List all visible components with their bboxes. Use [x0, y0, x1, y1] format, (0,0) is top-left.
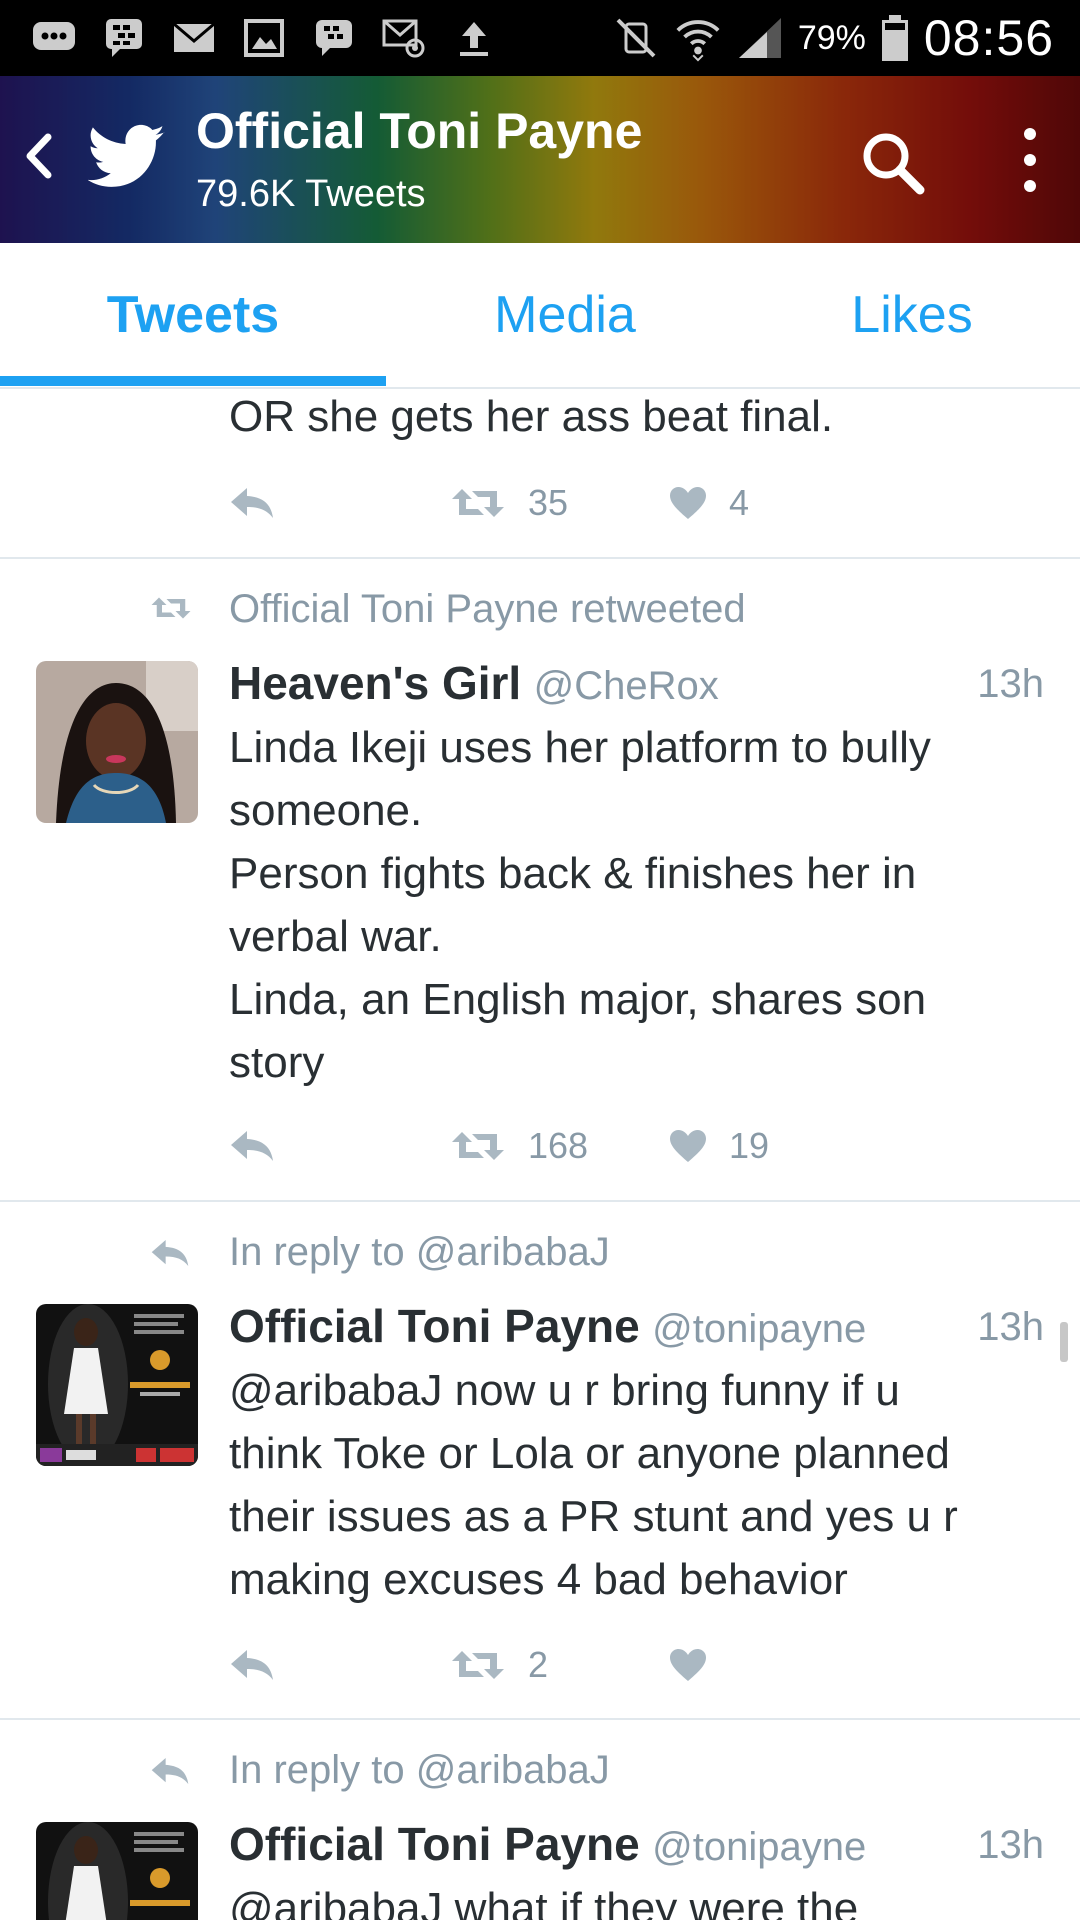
reply-icon: [231, 1650, 273, 1680]
search-button[interactable]: [858, 128, 928, 198]
tweet-text-line: verbal war.: [229, 912, 442, 961]
tweet-text-line: story: [229, 1038, 325, 1087]
tab-likes[interactable]: Likes: [744, 243, 1080, 387]
tweet-text-line: making excuses 4 bad behavior: [229, 1555, 848, 1604]
clock: 08:56: [923, 10, 1054, 66]
search-icon: [863, 133, 925, 195]
reply-icon: [231, 1131, 273, 1161]
tweet-timestamp: 13h: [977, 662, 1044, 706]
divider: [0, 1200, 1080, 1202]
tweet-text-line: OR she gets her ass beat final.: [229, 392, 834, 441]
avatar[interactable]: [36, 661, 198, 823]
reply-button[interactable]: [229, 478, 275, 528]
author-name[interactable]: Official Toni Payne: [229, 1300, 640, 1352]
vibrate-mute-icon: [612, 14, 660, 62]
tweet-text-line: @aribabaJ now u r bring funny if u: [229, 1366, 900, 1415]
tweet-text-line: someone.: [229, 786, 423, 835]
divider: [0, 557, 1080, 559]
reply-context-icon: [150, 1756, 200, 1796]
retweet-icon: [452, 1651, 504, 1679]
like-button[interactable]: 19: [669, 1121, 769, 1171]
tweet-text: Linda Ikeji uses her platform to bully s…: [229, 716, 931, 1094]
tweet-text-line: @aribabaJ what if they were the: [229, 1884, 859, 1920]
email-at-icon: [380, 14, 428, 62]
profile-tabs: Tweets Media Likes: [0, 243, 1080, 389]
divider: [0, 1718, 1080, 1720]
tweet-count: 79.6K Tweets: [196, 173, 426, 215]
tweet-header: Official Toni Payne @tonipayne 13h: [229, 1299, 1044, 1359]
reply-context-label[interactable]: In reply to @aribabaJ: [229, 1230, 610, 1275]
more-options-button[interactable]: [1010, 124, 1050, 196]
battery-percent: 79%: [797, 18, 866, 57]
tweet-text-line: Linda Ikeji uses her platform to bully: [229, 723, 931, 772]
retweet-button[interactable]: 2: [450, 1640, 548, 1690]
notification-icons: [30, 14, 498, 62]
tweet-text-line: think Toke or Lola or anyone planned: [229, 1429, 950, 1478]
gallery-icon: [240, 14, 288, 62]
reply-button[interactable]: [229, 1640, 275, 1690]
tweet-header: Official Toni Payne @tonipayne 13h: [229, 1817, 1044, 1877]
tweet-text-line: their issues as a PR stunt and yes u r: [229, 1492, 958, 1541]
blackberry-messenger-icon: [100, 14, 148, 62]
tweet-timestamp: 13h: [977, 1305, 1044, 1349]
upload-icon: [450, 14, 498, 62]
retweet-context-icon: [150, 594, 200, 634]
tab-tweets[interactable]: Tweets: [0, 243, 386, 387]
retweet-icon: [452, 1132, 504, 1160]
email-icon: [170, 14, 218, 62]
tweet-text: @aribabaJ now u r bring funny if u think…: [229, 1359, 958, 1611]
author-name[interactable]: Official Toni Payne: [229, 1818, 640, 1870]
profile-header: Official Toni Payne 79.6K Tweets: [0, 76, 1080, 243]
like-count: 4: [729, 482, 750, 523]
twitter-bird-icon: [87, 124, 166, 190]
reply-context-label[interactable]: In reply to @aribabaJ: [229, 1748, 610, 1793]
wifi-icon: [674, 14, 722, 62]
signal-icon: [736, 14, 784, 62]
retweet-count: 168: [528, 1125, 589, 1166]
chat-bubble-icon: [30, 14, 78, 62]
heart-icon: [670, 1130, 706, 1162]
tweet-actions: 168 19: [229, 1121, 929, 1171]
retweet-button[interactable]: 168: [450, 1121, 588, 1171]
tab-media[interactable]: Media: [386, 243, 744, 387]
heart-icon: [670, 1649, 706, 1681]
author-handle[interactable]: @tonipayne: [652, 1825, 866, 1869]
author-handle[interactable]: @CheRox: [534, 664, 719, 708]
tweet-actions: 35 4: [229, 478, 929, 528]
like-button[interactable]: 4: [669, 478, 749, 528]
tweet-text: OR she gets her ass beat final.: [229, 385, 833, 448]
retweet-icon: [452, 489, 504, 517]
tweet-actions: 2: [229, 1640, 929, 1690]
scrollbar-thumb[interactable]: [1060, 1322, 1068, 1362]
battery-icon: [880, 14, 910, 62]
tweet-text-line: Linda, an English major, shares son: [229, 975, 927, 1024]
status-bar: 79% 08:56: [0, 0, 1080, 76]
avatar[interactable]: [36, 1304, 198, 1466]
reply-icon: [231, 488, 273, 518]
retweet-context-label: Official Toni Payne retweeted: [229, 587, 746, 631]
more-vertical-icon: [1024, 128, 1036, 192]
retweet-count: 35: [528, 482, 569, 523]
bbm-icon: [310, 14, 358, 62]
tweet-timestamp: 13h: [977, 1823, 1044, 1867]
back-button[interactable]: [14, 126, 64, 186]
tweet-text: @aribabaJ what if they were the: [229, 1877, 858, 1920]
profile-name: Official Toni Payne: [196, 103, 643, 159]
reply-button[interactable]: [229, 1121, 275, 1171]
heart-icon: [670, 487, 706, 519]
author-handle[interactable]: @tonipayne: [652, 1307, 866, 1351]
like-button[interactable]: [669, 1640, 707, 1690]
retweet-button[interactable]: 35: [450, 478, 568, 528]
like-count: 19: [729, 1125, 770, 1166]
avatar[interactable]: [36, 1822, 198, 1920]
reply-context-icon: [150, 1238, 200, 1278]
tweet-text-line: Person fights back & finishes her in: [229, 849, 917, 898]
chevron-left-icon: [26, 133, 52, 179]
author-name[interactable]: Heaven's Girl: [229, 657, 521, 709]
tweet-header: Heaven's Girl @CheRox 13h: [229, 656, 1044, 716]
retweet-count: 2: [528, 1644, 549, 1685]
